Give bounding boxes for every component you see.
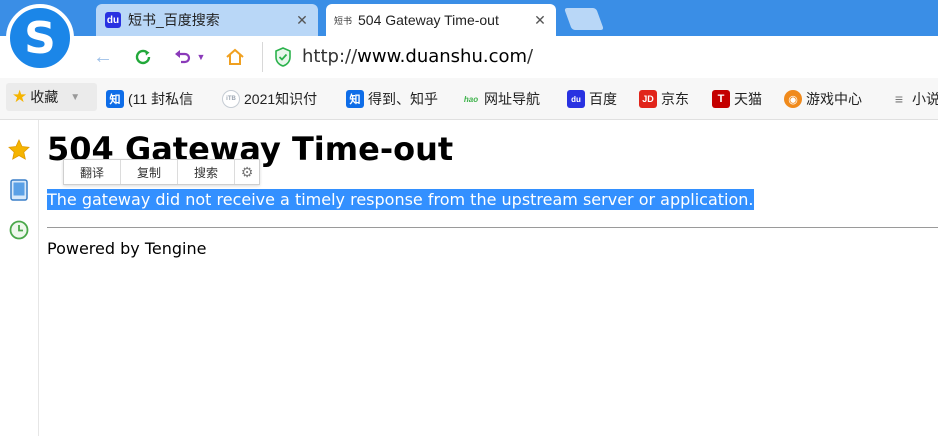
caret-down-icon: ▼ — [70, 91, 81, 103]
bookmark-item-game-center[interactable]: ◉ 游戏中心 — [784, 88, 862, 110]
sidebar — [0, 120, 39, 436]
error-message: The gateway did not receive a timely res… — [47, 189, 754, 210]
bookmark-label: 天猫 — [734, 91, 762, 107]
server-footer: Powered by Tengine — [47, 239, 207, 258]
arrow-left-icon: ← — [93, 45, 113, 68]
bookmark-item-baidu[interactable]: du 百度 — [567, 88, 617, 110]
game-center-icon: ◉ — [784, 90, 802, 108]
bookmark-item-novel[interactable]: ≡ 小说 — [890, 88, 938, 110]
sidebar-favorites-button[interactable] — [7, 138, 31, 162]
url-scheme: http:// — [302, 46, 358, 67]
tab-strip: du 短书_百度搜索 ✕ 短书 504 Gateway Time-out ✕ — [0, 0, 938, 36]
tab-baidu-search[interactable]: du 短书_百度搜索 ✕ — [96, 4, 318, 36]
zhihu-icon: 知 — [346, 90, 364, 108]
bookmark-label: 2021知识付 — [244, 91, 318, 107]
duanshu-favicon-icon: 短书 — [334, 15, 353, 26]
url-path: / — [527, 46, 534, 67]
bookmarks-bar: ★ 收藏 ▼ 知 (11 封私信 iTB 2021知识付 知 得到、知乎 hao… — [0, 78, 938, 120]
bookmark-item-2021-knowledge[interactable]: iTB 2021知识付 — [222, 88, 317, 110]
sogou-browser-logo[interactable]: S — [6, 4, 74, 72]
bookmark-label: (11 封私信 — [128, 91, 194, 107]
bookmark-item-hao-navigation[interactable]: hao 网址导航 — [462, 88, 540, 110]
favorites-button[interactable]: ★ 收藏 ▼ — [6, 83, 97, 111]
bookmark-item-dedao-zhihu[interactable]: 知 得到、知乎 — [346, 88, 438, 110]
refresh-icon — [135, 49, 151, 65]
search-button[interactable]: 搜索 — [178, 160, 235, 184]
tab-title: 504 Gateway Time-out — [358, 12, 499, 28]
baidu-paw-icon: du — [104, 11, 122, 29]
horizontal-rule — [47, 227, 938, 228]
home-icon — [226, 48, 244, 65]
tab-504-gateway[interactable]: 短书 504 Gateway Time-out ✕ — [326, 4, 556, 36]
baidu-paw-icon: du — [567, 90, 585, 108]
new-tab-button[interactable] — [563, 8, 605, 30]
bookmark-label: 得到、知乎 — [368, 91, 438, 107]
secure-shield-icon[interactable] — [274, 47, 292, 67]
sidebar-reader-button[interactable] — [7, 178, 31, 202]
navigation-bar: ← ▼ http://www.duanshu.com/ — [0, 36, 938, 78]
tmall-icon: T — [712, 90, 730, 108]
bookmark-label: 小说 — [912, 91, 938, 107]
bookmark-item-jd[interactable]: JD 京东 — [639, 88, 689, 110]
selected-text[interactable]: The gateway did not receive a timely res… — [47, 189, 754, 210]
nav-divider — [262, 42, 263, 72]
caret-down-icon: ▼ — [196, 52, 206, 62]
bookmark-label: 游戏中心 — [806, 91, 862, 107]
gear-icon[interactable]: ⚙ — [235, 160, 259, 184]
sidebar-history-button[interactable] — [7, 218, 31, 242]
address-bar-input[interactable]: http://www.duanshu.com/ — [302, 46, 533, 67]
page-content: 504 Gateway Time-out 翻译 复制 搜索 ⚙ The gate… — [47, 120, 938, 436]
home-button[interactable] — [222, 44, 248, 70]
url-host: www.duanshu.com — [357, 46, 528, 67]
close-icon[interactable]: ✕ — [294, 12, 310, 28]
clock-icon — [9, 220, 29, 240]
undo-dropdown-button[interactable]: ▼ — [194, 44, 208, 70]
bookmark-label: 百度 — [589, 91, 617, 107]
translate-button[interactable]: 翻译 — [64, 160, 121, 184]
favorites-label: 收藏 — [30, 89, 59, 105]
star-icon — [8, 139, 30, 160]
bookmark-label: 京东 — [661, 91, 689, 107]
zhihu-icon: 知 — [106, 90, 124, 108]
undo-close-button[interactable] — [170, 44, 196, 70]
tab-title: 短书_百度搜索 — [128, 12, 220, 28]
bookmark-label: 网址导航 — [484, 91, 540, 107]
copy-button[interactable]: 复制 — [121, 160, 178, 184]
browser-logo-icon: S — [24, 12, 56, 64]
tablet-icon — [10, 179, 28, 201]
selection-popup: 翻译 复制 搜索 ⚙ — [63, 159, 260, 185]
bookmark-item-zhihu-messages[interactable]: 知 (11 封私信 — [106, 88, 193, 110]
jd-icon: JD — [639, 90, 657, 108]
close-icon[interactable]: ✕ — [532, 12, 548, 28]
back-button[interactable]: ← — [90, 44, 116, 70]
undo-icon — [175, 50, 191, 64]
bookmark-item-tmall[interactable]: T 天猫 — [712, 88, 762, 110]
document-icon: ≡ — [894, 91, 904, 107]
star-icon: ★ — [12, 87, 28, 106]
hao123-icon: hao — [463, 94, 479, 104]
itb-icon: iTB — [222, 90, 240, 108]
refresh-button[interactable] — [130, 44, 156, 70]
